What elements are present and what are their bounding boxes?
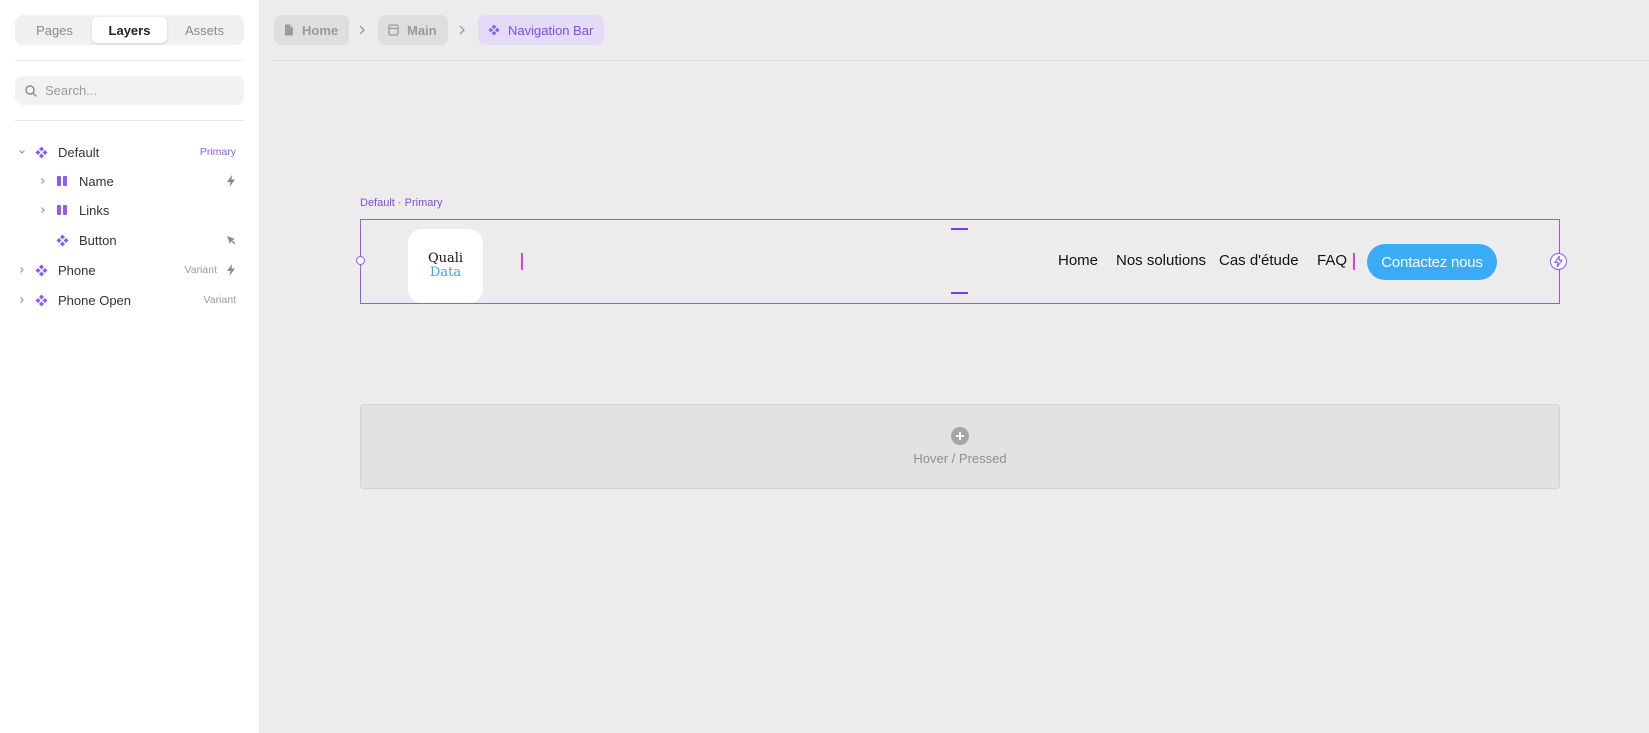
component-icon: [54, 232, 70, 248]
nav-link-solutions[interactable]: Nos solutions: [1116, 252, 1206, 269]
layer-name: Default: [58, 144, 100, 160]
layer-name: Name: [79, 173, 114, 189]
layer-name: Links: [79, 202, 110, 218]
gap-indicator[interactable]: [1353, 253, 1355, 270]
breadcrumb-home[interactable]: Home: [274, 15, 350, 45]
layer-badge: Primary: [199, 146, 236, 158]
layer-name: Phone: [58, 262, 96, 278]
plus-icon: [951, 427, 969, 445]
tab-assets[interactable]: Assets: [167, 17, 242, 43]
logo-text-top: Quali: [427, 251, 464, 266]
cursor-icon: [225, 234, 237, 246]
interaction-bolt-icon[interactable]: [1550, 253, 1567, 270]
sidebar-divider: [15, 60, 244, 61]
layer-badge: Variant: [203, 294, 237, 306]
sidebar-tabs: Pages Layers Assets: [15, 15, 244, 45]
breadcrumb-label: Navigation Bar: [508, 22, 594, 38]
frame-icon: [388, 24, 399, 36]
gap-indicator[interactable]: [521, 253, 523, 270]
padding-top-indicator[interactable]: [951, 228, 968, 230]
layers-sidebar: Pages Layers Assets Default Primary Name: [0, 0, 259, 733]
layer-button[interactable]: Button: [15, 227, 244, 253]
layer-name-item[interactable]: Name: [15, 168, 244, 194]
component-icon: [33, 292, 49, 308]
add-variant-label: Hover / Pressed: [913, 451, 1007, 466]
search-icon: [25, 84, 37, 97]
layer-phone[interactable]: Phone Variant: [15, 257, 244, 283]
frame-label[interactable]: Default · Primary: [360, 197, 443, 209]
nav-link-home[interactable]: Home: [1058, 252, 1098, 269]
layer-name: Phone Open: [58, 292, 132, 308]
tab-pages[interactable]: Pages: [17, 17, 92, 43]
component-icon: [488, 24, 500, 36]
padding-bottom-indicator[interactable]: [951, 292, 968, 294]
nav-link-case-studies[interactable]: Cas d'étude: [1219, 252, 1299, 269]
logo[interactable]: Quali Data: [408, 229, 483, 303]
search-box[interactable]: [15, 76, 244, 105]
chevron-right-icon[interactable]: [15, 266, 29, 274]
search-input[interactable]: [45, 83, 225, 98]
layer-name: Button: [79, 232, 117, 248]
layer-links[interactable]: Links: [15, 197, 244, 223]
component-icon: [33, 144, 49, 160]
layer-phone-open[interactable]: Phone Open Variant: [15, 287, 244, 313]
stack-icon: [54, 173, 70, 189]
breadcrumb-label: Main: [407, 22, 437, 38]
toolbar-divider: [273, 60, 1649, 61]
layer-default[interactable]: Default Primary: [15, 139, 244, 165]
bolt-icon: [225, 264, 237, 276]
nav-link-faq[interactable]: FAQ: [1317, 252, 1347, 269]
chevron-down-icon[interactable]: [15, 148, 29, 156]
resize-handle[interactable]: [356, 256, 365, 265]
chevron-right-icon[interactable]: [15, 296, 29, 304]
breadcrumb-navigation-bar[interactable]: Navigation Bar: [478, 15, 605, 45]
breadcrumb-main[interactable]: Main: [378, 15, 448, 45]
contact-button[interactable]: Contactez nous: [1367, 244, 1497, 280]
logo-text-bottom: Data: [429, 265, 462, 280]
page-icon: [284, 24, 294, 36]
layer-badge: Variant: [184, 264, 218, 276]
chevron-right-icon[interactable]: [36, 206, 50, 214]
sidebar-divider: [15, 120, 244, 121]
chevron-right-icon: [357, 22, 367, 38]
chevron-right-icon[interactable]: [36, 177, 50, 185]
stack-icon: [54, 202, 70, 218]
component-icon: [33, 262, 49, 278]
breadcrumb-label: Home: [302, 22, 339, 38]
bolt-icon: [225, 175, 237, 187]
tab-layers[interactable]: Layers: [92, 17, 167, 43]
add-variant-button[interactable]: Hover / Pressed: [360, 404, 1560, 489]
chevron-right-icon: [457, 22, 467, 38]
